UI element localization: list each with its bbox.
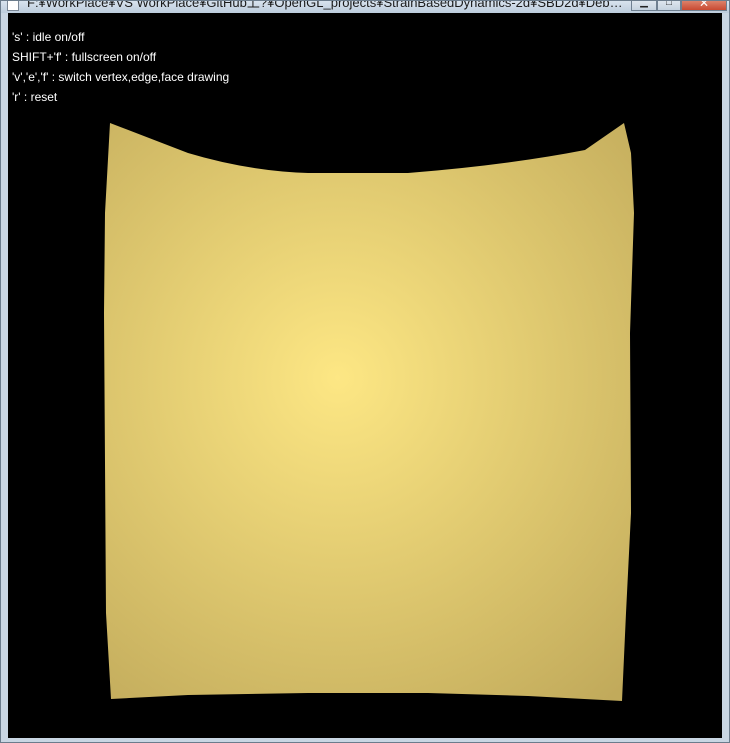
opengl-viewport[interactable]: 's' : idle on/off SHIFT+'f' : fullscreen… [8, 13, 722, 738]
maximize-button[interactable]: □ [657, 1, 681, 11]
cloth-face [104, 123, 634, 701]
help-line-reset: 'r' : reset [12, 90, 58, 104]
window-title: F:¥WorkPlace¥VS WorkPlace¥GitHub上?¥OpenG… [27, 1, 625, 10]
help-line-fullscreen: SHIFT+'f' : fullscreen on/off [12, 50, 157, 64]
application-icon[interactable] [7, 1, 19, 11]
cloth-mesh [104, 123, 634, 701]
close-button[interactable]: ✕ [681, 1, 727, 11]
minimize-button[interactable]: ▁ [631, 1, 657, 11]
app-window: F:¥WorkPlace¥VS WorkPlace¥GitHub上?¥OpenG… [0, 0, 730, 743]
title-bar[interactable]: F:¥WorkPlace¥VS WorkPlace¥GitHub上?¥OpenG… [1, 1, 729, 13]
keyboard-help-overlay: 's' : idle on/off SHIFT+'f' : fullscreen… [12, 27, 229, 107]
help-line-idle: 's' : idle on/off [12, 30, 85, 44]
help-line-drawing-mode: 'v','e','f' : switch vertex,edge,face dr… [12, 70, 230, 84]
